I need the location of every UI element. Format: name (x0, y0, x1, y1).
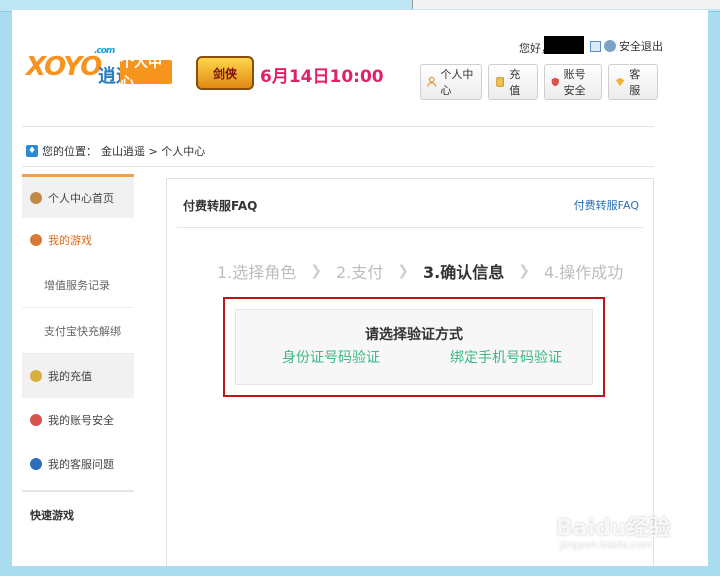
game-icon (30, 234, 42, 246)
chevron-right-icon: ❯ (518, 263, 530, 279)
sidebar-item-home[interactable]: 个人中心首页 (22, 174, 134, 218)
chevron-right-icon: ❯ (397, 263, 410, 279)
sidebar-item-my-recharge[interactable]: 我的充值 (22, 354, 134, 398)
breadcrumb-path[interactable]: 金山逍遥 > 个人中心 (101, 143, 205, 159)
sidebar-item-label: 我的充值 (48, 370, 92, 383)
sidebar: 个人中心首页 我的游戏 增值服务记录 支付宝快充解绑 我的充值 我的账号安全 我… (22, 174, 134, 566)
nav-personal-center-button[interactable]: 个人中心 (420, 64, 482, 100)
nav-label: 客 服 (629, 68, 641, 97)
nav-label: 充 值 (509, 68, 521, 97)
id-card-verification-link[interactable]: 身份证号码验证 (282, 347, 380, 367)
baidu-watermark-url: jingyan.baidu.com (560, 540, 653, 551)
logout-link[interactable]: 安全退出 (590, 38, 663, 54)
main-panel: 付费转服FAQ 付费转服FAQ 1.选择角色 ❯ 2.支付 ❯ 3.确认信息 ❯… (166, 178, 654, 566)
nav-recharge-button[interactable]: 充 值 (488, 64, 538, 100)
event-date-text: 6月14日10:00 (260, 67, 384, 87)
personal-center-badge: 个人中心 (120, 55, 172, 91)
step-1: 1.选择角色 (217, 263, 297, 282)
nav-account-security-button[interactable]: 账号安全 (544, 64, 602, 100)
sidebar-item-account-security[interactable]: 我的账号安全 (22, 398, 134, 442)
sidebar-item-label: 我的客服问题 (48, 458, 114, 471)
logo-text: XOYO (26, 52, 102, 82)
shield-icon (551, 77, 559, 87)
username-redacted (544, 36, 584, 54)
page-container: XOYO .com 逍遥 个人中心 剑侠 6月14日10:00 您好， 安全退出… (12, 10, 708, 566)
nav-label: 账号安全 (563, 68, 586, 97)
logout-label: 安全退出 (619, 40, 663, 53)
nav-label: 个人中心 (440, 68, 474, 97)
top-nav-buttons: 个人中心 充 值 账号安全 客 服 (420, 64, 658, 100)
logout-icon (604, 40, 616, 52)
phone-verification-link[interactable]: 绑定手机号码验证 (450, 347, 562, 367)
sidebar-item-label: 快速游戏 (30, 509, 74, 522)
verification-panel: 请选择验证方式 身份证号码验证 绑定手机号码验证 (235, 309, 593, 385)
chevron-right-icon: ❯ (310, 263, 323, 279)
breadcrumb: ♦ 您的位置： 金山逍遥 > 个人中心 (26, 143, 205, 159)
nav-service-button[interactable]: 客 服 (608, 64, 658, 100)
browser-tab-area (412, 0, 720, 9)
logo-dotcom: .com (94, 46, 115, 56)
service-icon (615, 77, 625, 87)
sidebar-item-alipay-unbind[interactable]: 支付宝快充解绑 (22, 308, 134, 354)
header-divider (22, 126, 654, 127)
step-2: 2.支付 (336, 263, 384, 282)
checkbox-icon (590, 40, 601, 52)
sidebar-item-label: 增值服务记录 (44, 278, 110, 292)
sidebar-item-label: 个人中心首页 (48, 191, 114, 205)
verification-highlight-box: 请选择验证方式 身份证号码验证 绑定手机号码验证 (223, 297, 605, 397)
sidebar-quick-games-heading: 快速游戏 (22, 490, 134, 538)
person-icon (427, 76, 437, 87)
title-divider (177, 227, 643, 228)
sidebar-item-service-questions[interactable]: 我的客服问题 (22, 442, 134, 486)
location-icon: ♦ (26, 145, 38, 157)
sidebar-item-my-games[interactable]: 我的游戏 (22, 218, 134, 262)
faq-link[interactable]: 付费转服FAQ (574, 197, 639, 213)
help-icon (30, 458, 42, 470)
sidebar-item-label: 支付宝快充解绑 (44, 324, 121, 338)
person-icon (30, 191, 42, 204)
sidebar-item-value-added-records[interactable]: 增值服务记录 (22, 262, 134, 308)
verification-title: 请选择验证方式 (365, 327, 463, 343)
progress-steps: 1.选择角色 ❯ 2.支付 ❯ 3.确认信息 ❯ 4.操作成功 (217, 259, 623, 283)
breadcrumb-divider (22, 166, 654, 167)
bottom-strip (0, 566, 720, 576)
site-header: XOYO .com 逍遥 个人中心 剑侠 6月14日10:00 您好， 安全退出… (12, 10, 708, 130)
step-4: 4.操作成功 (543, 263, 624, 282)
breadcrumb-prefix: 您的位置： (42, 145, 97, 158)
baidu-watermark: Baidu经验 (556, 516, 671, 541)
recharge-icon (496, 77, 504, 87)
sidebar-item-label: 我的游戏 (48, 234, 92, 247)
coin-icon (30, 370, 42, 382)
game-banner-image[interactable]: 剑侠 (196, 56, 254, 90)
step-3-current: 3.确认信息 (423, 263, 505, 282)
sidebar-item-label: 我的账号安全 (48, 414, 114, 427)
page-title: 付费转服FAQ (183, 199, 258, 213)
security-icon (30, 414, 42, 426)
